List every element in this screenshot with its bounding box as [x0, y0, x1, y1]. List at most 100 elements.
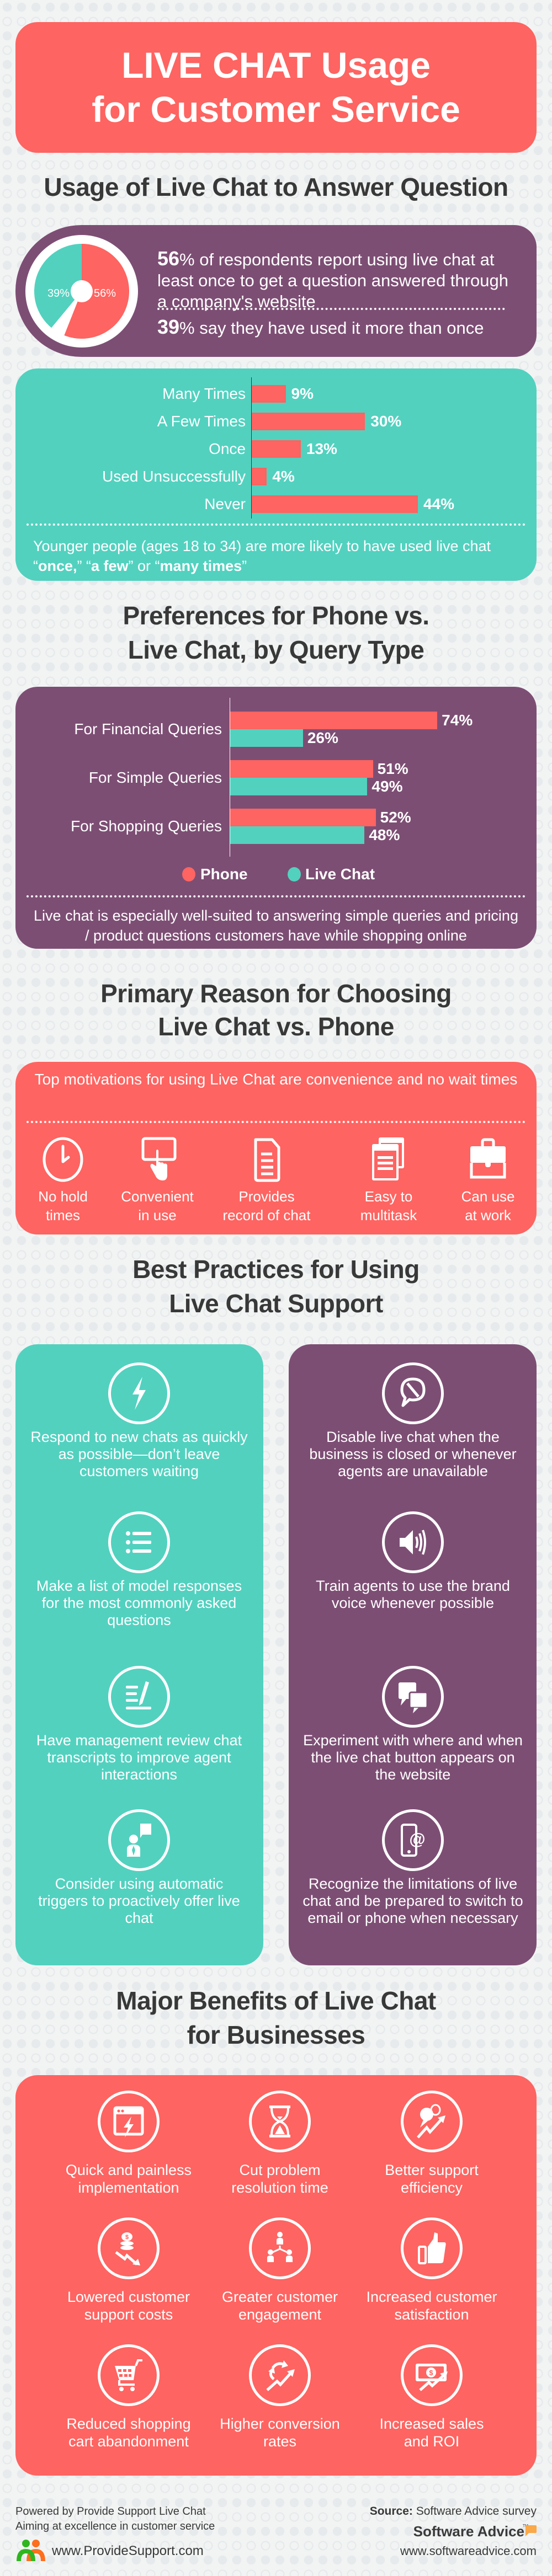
benefit-label-line: Increased sales [379, 2415, 484, 2432]
benefit-label-line: Lowered customer [67, 2289, 190, 2305]
note-emphasis: many times [160, 558, 242, 574]
preference-bar-value: 48% [369, 826, 400, 843]
note-text: ” “ [77, 558, 92, 574]
usage-category-label: Many Times [162, 385, 246, 402]
dotted-divider [26, 895, 526, 897]
list-icon [108, 1511, 170, 1573]
benefit-label-line: resolution time [231, 2179, 328, 2196]
clock-icon [43, 1137, 83, 1182]
source-value: Software Advice survey [412, 2505, 537, 2518]
benefit-label-line: Reduced shopping [66, 2415, 191, 2432]
preference-bar-phone [230, 712, 438, 729]
svg-text:$: $ [125, 2234, 129, 2241]
usage-bar-value: 44% [423, 495, 454, 512]
motivations-intro: Top motivations for using Live Chat are … [34, 1071, 518, 1088]
note-emphasis: a few [91, 558, 129, 574]
agent-chat-icon [108, 1809, 170, 1871]
section-heading-best-practices-2: Live Chat Support [169, 1289, 383, 1318]
hourglass-icon [249, 2091, 311, 2152]
dotted-divider [157, 308, 505, 310]
motivation-label: Provides record of chat [217, 1187, 316, 1225]
benefit-label: Cut problem resolution time [205, 2161, 354, 2196]
softwareadvice-link[interactable]: www.softwareadvice.com [400, 2544, 537, 2558]
stat-once-text: % of respondents report using live chat … [157, 250, 508, 311]
usage-category-label: Used Unsuccessfully [102, 468, 246, 485]
chat-bubbles-icon [382, 1666, 444, 1728]
motivation-label-line: Provides [238, 1188, 295, 1205]
usage-bar [252, 440, 301, 458]
section-heading-benefits-1: Major Benefits of Live Chat [116, 1986, 436, 2015]
stat-once: 56% of respondents report using live cha… [157, 248, 511, 312]
preference-category-label: For Shopping Queries [71, 817, 222, 835]
usage-bar-value: 13% [306, 440, 337, 457]
benefit-label: Higher conversion rates [205, 2415, 354, 2450]
preferences-note: Live chat is especially well-suited to a… [34, 907, 518, 944]
motivation-label: Convenient in use [108, 1187, 207, 1225]
speaker-icon [382, 1511, 444, 1573]
stat-more-than-once: 39% say they have used it more than once [157, 317, 511, 339]
windows-icon [372, 1137, 404, 1180]
usage-bar [252, 385, 286, 403]
usage-pie-chart: 56% 39% [25, 235, 138, 348]
best-practice-text: Consider using automatic triggers to pro… [38, 1875, 240, 1926]
powered-by-text: Powered by Provide Support Live Chat [15, 2505, 206, 2518]
svg-text:$: $ [429, 2369, 433, 2377]
benefit-label-line: Greater customer [221, 2289, 338, 2305]
usage-note: Younger people (ages 18 to 34) are more … [33, 536, 519, 576]
pie-slice-label: 56% [94, 287, 116, 300]
note-emphasis: once, [38, 558, 77, 574]
svg-text:@: @ [409, 1830, 425, 1848]
best-practice-text: Respond to new chats as quickly as possi… [30, 1429, 248, 1479]
preference-bar-value: 74% [442, 712, 473, 729]
section-heading-preferences-1: Preferences for Phone vs. [123, 601, 429, 630]
chat-disabled-icon [382, 1362, 444, 1424]
stat-more-value: 39 [157, 316, 180, 338]
preference-category-label: For Simple Queries [88, 769, 222, 786]
phone-email-icon: @ [382, 1809, 444, 1871]
note-text: ” [242, 558, 247, 574]
best-practice-text: Disable live chat when the business is c… [309, 1429, 517, 1479]
preference-bar-live-chat [230, 778, 368, 795]
benefit-label-line: cart abandonment [68, 2433, 189, 2450]
thumbs-up-icon [401, 2217, 463, 2279]
preference-bar-value: 51% [377, 760, 408, 777]
software-advice-logo: Software Advice [413, 2523, 524, 2540]
motivation-label-line: Easy to [364, 1188, 413, 1205]
preference-bar-phone [230, 760, 373, 778]
best-practice-text: Recognize the limitations of live chat a… [302, 1875, 523, 1926]
usage-bar [252, 468, 267, 485]
touch-tablet-icon [141, 1137, 177, 1180]
title-line-2: for Customer Service [92, 89, 460, 130]
benefit-label-line: Quick and painless [65, 2162, 192, 2178]
motivation-label-line: multitask [360, 1207, 417, 1223]
software-advice-bubble-icon [526, 2525, 537, 2536]
coins-down-icon: $ [98, 2217, 160, 2279]
benefit-label: Reduced shopping cart abandonment [54, 2415, 203, 2450]
note-text: ” or “ [128, 558, 160, 574]
motivation-label: Easy to multitask [339, 1187, 438, 1225]
source-text: Source: Software Advice survey [370, 2504, 537, 2519]
providesupport-link[interactable]: www.ProvideSupport.com [52, 2544, 204, 2558]
best-practice-text: Have management review chat transcripts … [36, 1732, 242, 1783]
dotted-divider [26, 523, 526, 526]
motivation-label-line: at work [465, 1207, 511, 1223]
title-line-1: LIVE CHAT Usage [121, 45, 431, 85]
providesupport-logo-icon [17, 2540, 45, 2561]
usage-bar [252, 495, 418, 513]
money-growth-icon: $ [401, 2344, 463, 2406]
usage-bar-value: 30% [370, 413, 402, 430]
source-label: Source: [369, 2505, 413, 2518]
document-icon [254, 1138, 280, 1182]
section-heading-benefits-2: for Businesses [187, 2021, 365, 2049]
motivation-label: Can use at work [438, 1187, 538, 1225]
benefit-label-line: Increased customer [366, 2289, 497, 2305]
motivation-label-line: Can use [461, 1188, 515, 1205]
browser-lightning-icon [98, 2091, 160, 2152]
motivation-label-line: in use [138, 1207, 177, 1223]
legend-livechat-label: Live Chat [305, 865, 375, 883]
section-heading-preferences-2: Live Chat, by Query Type [128, 635, 424, 664]
preference-bar-value: 26% [307, 729, 338, 746]
best-practice-text: Train agents to use the brand voice when… [316, 1578, 510, 1611]
benefit-label: Increased customer satisfaction [357, 2288, 506, 2323]
best-practice-text: Experiment with where and when the live … [303, 1732, 523, 1783]
